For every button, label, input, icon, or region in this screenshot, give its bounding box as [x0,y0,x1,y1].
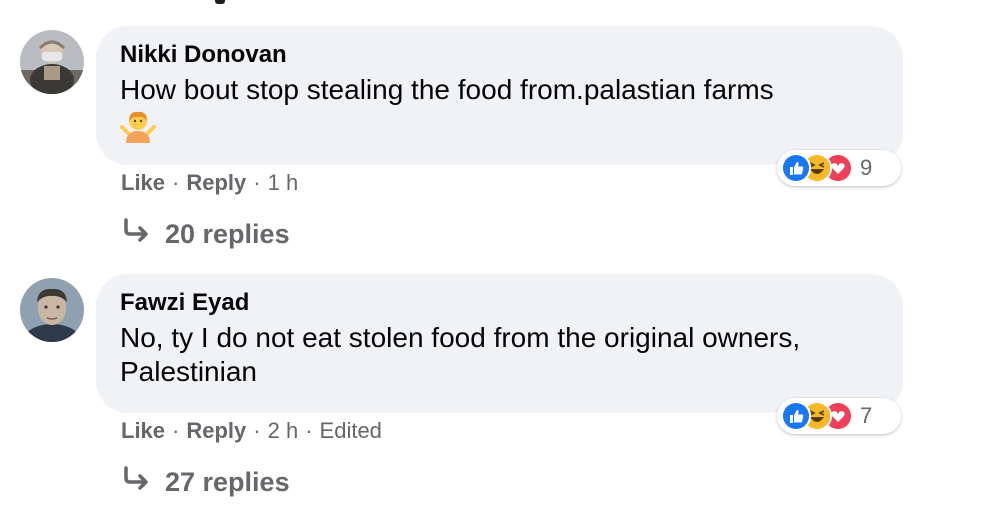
separator: · [172,170,180,195]
view-replies[interactable]: 27 replies [121,466,290,499]
like-icon [781,153,811,183]
reaction-count: 9 [860,155,873,180]
shrug-emoji [120,109,879,145]
comment-bubble: Fawzi Eyad No, ty I do not eat stolen fo… [96,274,903,413]
comment-text: No, ty I do not eat stolen food from the… [120,321,879,389]
comment-text: How bout stop stealing the food from.pal… [120,74,774,105]
like-link[interactable]: Like [121,170,165,196]
comment-actions: Like · Reply · 2 h · Edited [121,418,382,444]
comment-author[interactable]: Nikki Donovan [120,40,879,70]
reaction-count: 7 [860,403,873,428]
reply-link[interactable]: Reply [186,170,246,196]
replies-count[interactable]: 27 replies [165,467,290,498]
comment-bubble: Nikki Donovan How bout stop stealing the… [96,26,903,165]
comment-author[interactable]: Fawzi Eyad [120,288,879,318]
view-replies[interactable]: 20 replies [121,218,290,251]
reply-arrow-icon [121,218,151,251]
timestamp[interactable]: 1 h [268,170,299,196]
reaction-summary[interactable]: 9 [777,150,901,186]
separator: · [305,418,313,443]
avatar[interactable] [20,278,84,342]
like-link[interactable]: Like [121,418,165,444]
previous-content-edge [215,0,225,4]
separator: · [172,418,180,443]
comment-actions: Like · Reply · 1 h [121,170,298,196]
reply-arrow-icon [121,466,151,499]
avatar[interactable] [20,30,84,94]
separator: · [253,170,261,195]
replies-count[interactable]: 20 replies [165,219,290,250]
reaction-summary[interactable]: 7 [777,398,901,434]
separator: · [253,418,261,443]
comment-text-line: No, ty I do not eat stolen food from the… [120,322,801,353]
comment-text-line: Palestinian [120,356,257,387]
like-icon [781,401,811,431]
timestamp[interactable]: 2 h [268,418,299,444]
reply-link[interactable]: Reply [186,418,246,444]
edited-label: Edited [319,418,382,443]
